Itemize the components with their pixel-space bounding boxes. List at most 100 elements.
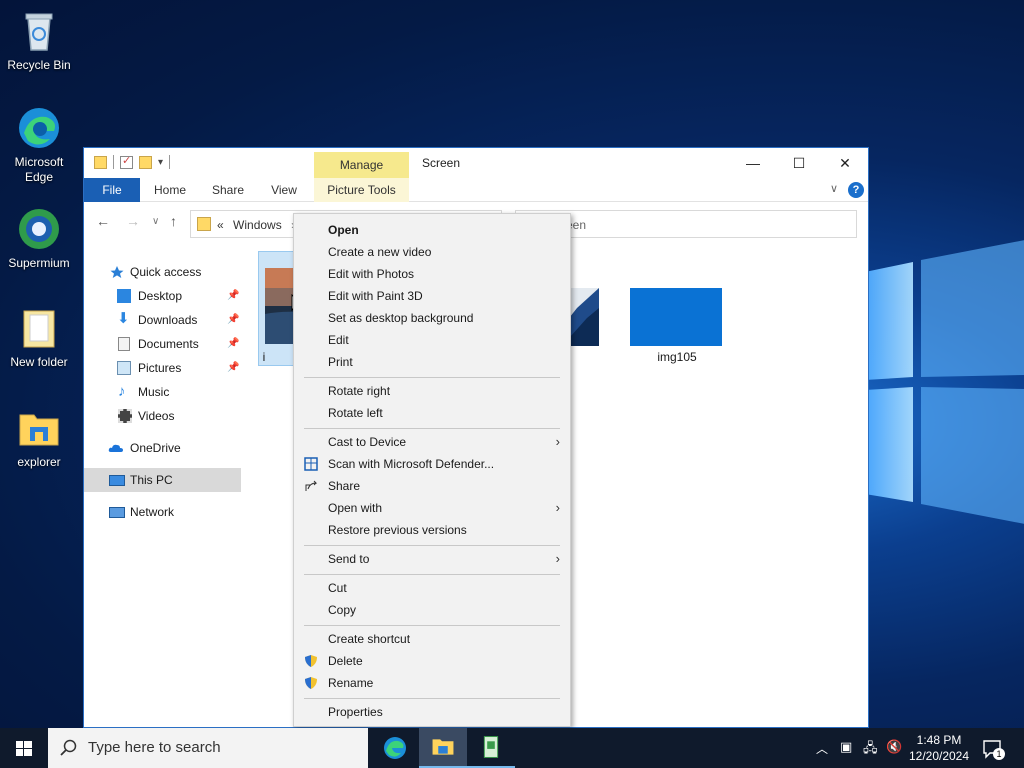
menu-separator xyxy=(304,377,560,378)
edge-icon xyxy=(19,108,59,148)
taskbar-search-input[interactable]: Type here to search xyxy=(48,728,368,768)
breadcrumb-overflow[interactable]: « xyxy=(217,218,224,232)
star-icon xyxy=(110,266,124,278)
desktop-icon-recycle-bin[interactable]: Recycle Bin xyxy=(4,8,74,73)
share-icon xyxy=(305,480,318,491)
taskbar-edge-icon[interactable] xyxy=(371,728,419,768)
network-tray-icon[interactable]: 🖧 xyxy=(863,739,878,768)
menu-item-rotate-left[interactable]: Rotate left xyxy=(294,402,570,424)
windows-icon xyxy=(16,741,32,756)
menu-item-scan-with-defender[interactable]: Scan with Microsoft Defender... xyxy=(294,453,570,475)
document-icon xyxy=(118,337,130,351)
pictures-icon xyxy=(117,361,131,375)
desktop-icon xyxy=(117,289,131,303)
minimize-button[interactable]: — xyxy=(730,148,776,178)
breadcrumb-windows[interactable]: Windows xyxy=(233,218,282,232)
meet-now-icon[interactable]: ▣ xyxy=(840,739,852,768)
properties-icon[interactable] xyxy=(120,154,133,169)
tab-view[interactable]: View xyxy=(260,178,308,202)
menu-item-rotate-right[interactable]: Rotate right xyxy=(294,380,570,402)
menu-item-create-shortcut[interactable]: Create shortcut xyxy=(294,628,570,650)
nav-pictures[interactable]: Pictures 📌 xyxy=(84,356,242,380)
search-icon xyxy=(60,739,77,756)
menu-item-print[interactable]: Print xyxy=(294,351,570,373)
customize-toolbar-icon[interactable]: ▾ xyxy=(158,157,163,168)
menu-item-set-desktop-background[interactable]: Set as desktop background xyxy=(294,307,570,329)
close-button[interactable]: ✕ xyxy=(822,148,868,178)
menu-item-restore-previous-versions[interactable]: Restore previous versions xyxy=(294,519,570,541)
pin-icon: 📌 xyxy=(227,290,240,301)
desktop-icon-edge[interactable]: Microsoft Edge xyxy=(4,105,74,185)
help-icon[interactable]: ? xyxy=(848,182,864,198)
shield-icon xyxy=(305,655,317,667)
nav-this-pc[interactable]: This PC xyxy=(84,468,241,492)
menu-item-create-new-video[interactable]: Create a new video xyxy=(294,241,570,263)
menu-separator xyxy=(304,428,560,429)
windows-wallpaper-logo xyxy=(865,240,1024,524)
notification-count-badge: 1 xyxy=(993,748,1005,760)
recent-locations-icon[interactable]: ∨ xyxy=(152,216,159,227)
menu-item-edit-with-paint-3d[interactable]: Edit with Paint 3D xyxy=(294,285,570,307)
nav-music[interactable]: ♪ Music xyxy=(84,380,242,404)
menu-item-rename[interactable]: Rename xyxy=(294,672,570,694)
context-menu: Open Create a new video Edit with Photos… xyxy=(293,213,571,727)
menu-item-copy[interactable]: Copy xyxy=(294,599,570,621)
recycle-bin-icon xyxy=(25,13,53,51)
back-arrow-icon[interactable]: ← xyxy=(96,213,110,229)
tray-overflow-chevron-icon[interactable]: ︿ xyxy=(816,740,828,768)
desktop-icon-explorer[interactable]: explorer xyxy=(4,405,74,470)
explorer-icon xyxy=(19,414,59,446)
menu-item-edit[interactable]: Edit xyxy=(294,329,570,351)
divider xyxy=(169,155,171,169)
nav-documents[interactable]: Documents 📌 xyxy=(84,332,242,356)
taskbar-file-explorer-icon[interactable] xyxy=(419,728,467,768)
tab-share[interactable]: Share xyxy=(204,178,252,202)
chevron-right-icon: › xyxy=(555,434,560,449)
divider xyxy=(113,155,114,169)
nav-desktop[interactable]: Desktop 📌 xyxy=(84,284,242,308)
tab-file[interactable]: File xyxy=(84,178,140,202)
menu-item-delete[interactable]: Delete xyxy=(294,650,570,672)
folder-icon xyxy=(197,217,211,231)
tab-picture-tools[interactable]: Picture Tools xyxy=(314,178,409,202)
up-arrow-icon[interactable]: ↑ xyxy=(170,213,177,229)
menu-item-open[interactable]: Open xyxy=(294,219,570,241)
taskbar-clock[interactable]: 1:48 PM 12/20/2024 xyxy=(900,732,978,764)
menu-item-cast-to-device[interactable]: Cast to Device › xyxy=(294,431,570,453)
nav-network[interactable]: Network xyxy=(84,500,242,524)
forward-arrow-icon[interactable]: → xyxy=(126,213,140,229)
menu-item-send-to[interactable]: Send to › xyxy=(294,548,570,570)
maximize-button[interactable]: ☐ xyxy=(776,148,822,178)
tab-manage[interactable]: Manage xyxy=(314,152,409,178)
notification-center-button[interactable]: 1 xyxy=(980,736,1006,762)
taskbar-app-icon[interactable] xyxy=(467,728,515,768)
menu-item-properties[interactable]: Properties xyxy=(294,701,570,723)
menu-item-cut[interactable]: Cut xyxy=(294,577,570,599)
network-icon xyxy=(109,507,125,518)
nav-onedrive[interactable]: OneDrive xyxy=(84,436,242,460)
chevron-right-icon: › xyxy=(555,500,560,515)
shield-icon xyxy=(305,677,317,689)
music-icon: ♪ xyxy=(118,383,126,400)
expand-ribbon-icon[interactable]: ∨ xyxy=(830,182,838,195)
nav-downloads[interactable]: ⬇ Downloads 📌 xyxy=(84,308,242,332)
menu-item-share[interactable]: Share xyxy=(294,475,570,497)
video-icon xyxy=(118,409,132,423)
start-button[interactable] xyxy=(0,728,48,768)
desktop-icon-new-folder[interactable]: New folder xyxy=(4,305,74,370)
nav-quick-access[interactable]: Quick access xyxy=(84,260,242,284)
file-thumbnail-blue[interactable] xyxy=(630,288,722,346)
nav-videos[interactable]: Videos xyxy=(84,404,242,428)
pin-icon: 📌 xyxy=(227,362,240,373)
new-folder-icon[interactable] xyxy=(139,155,152,169)
clock-date: 12/20/2024 xyxy=(908,749,970,763)
folder-icon xyxy=(23,310,55,348)
window-controls: — ☐ ✕ xyxy=(730,148,868,178)
title-bar[interactable]: ▾ Manage Screen — ☐ ✕ xyxy=(84,148,868,178)
menu-item-edit-with-photos[interactable]: Edit with Photos xyxy=(294,263,570,285)
menu-item-open-with[interactable]: Open with › xyxy=(294,497,570,519)
file-caption-img105: img105 xyxy=(657,350,697,364)
desktop-icon-supermium[interactable]: Supermium xyxy=(4,206,74,271)
cloud-icon xyxy=(108,444,123,452)
tab-home[interactable]: Home xyxy=(146,178,194,202)
